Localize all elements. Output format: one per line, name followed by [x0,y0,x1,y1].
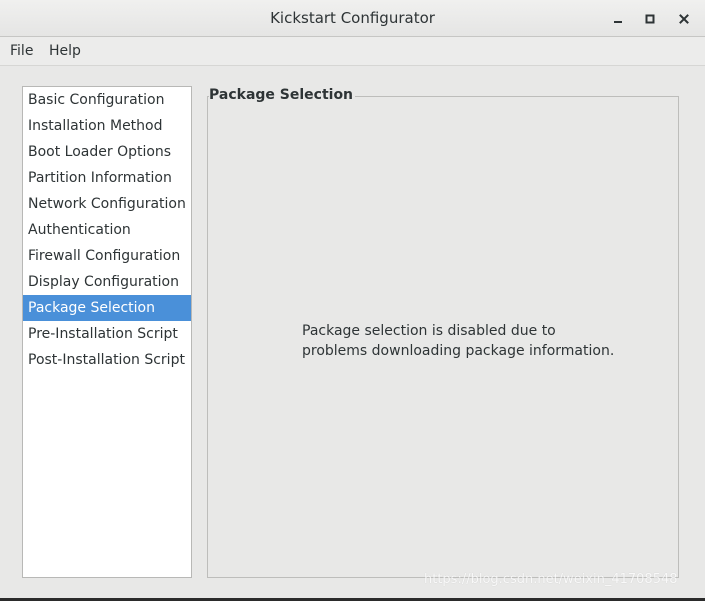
title-bar: Kickstart Configurator [0,0,705,37]
sidebar-item-package-selection[interactable]: Package Selection [23,295,191,321]
sidebar-item-post-installation-script[interactable]: Post-Installation Script [23,347,191,373]
minimize-icon [614,21,622,23]
menu-help[interactable]: Help [49,43,81,59]
sidebar-item-display-configuration[interactable]: Display Configuration [23,269,191,295]
sidebar-item-firewall-configuration[interactable]: Firewall Configuration [23,243,191,269]
sidebar-item-basic-configuration[interactable]: Basic Configuration [23,87,191,113]
watermark: https://blog.csdn.net/weixin_41708548 [424,572,678,587]
sidebar-item-boot-loader-options[interactable]: Boot Loader Options [23,139,191,165]
close-icon [679,14,689,24]
menu-file[interactable]: File [10,43,33,59]
disabled-message: Package selection is disabled due to pro… [302,321,642,361]
sidebar-item-installation-method[interactable]: Installation Method [23,113,191,139]
menu-bar: File Help [0,37,705,66]
section-list: Basic Configuration Installation Method … [22,86,192,578]
close-button[interactable] [673,8,695,30]
minimize-button[interactable] [607,8,629,30]
sidebar-item-authentication[interactable]: Authentication [23,217,191,243]
maximize-icon [645,14,655,24]
panel-title: Package Selection [209,87,356,103]
sidebar-item-pre-installation-script[interactable]: Pre-Installation Script [23,321,191,347]
sidebar-item-network-configuration[interactable]: Network Configuration [23,191,191,217]
message-line-1: Package selection is disabled due to [302,323,556,339]
maximize-button[interactable] [639,8,661,30]
sidebar-item-partition-information[interactable]: Partition Information [23,165,191,191]
message-line-2: problems downloading package information… [302,343,615,359]
window-title: Kickstart Configurator [270,9,435,27]
